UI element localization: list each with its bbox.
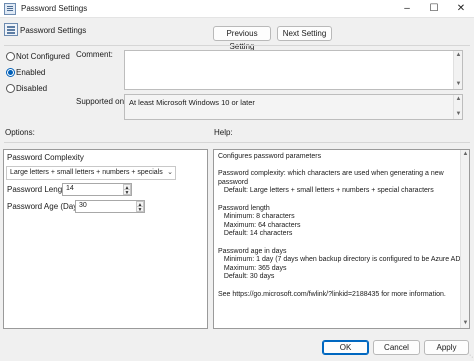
disabled-label[interactable]: Disabled: [16, 84, 47, 93]
help-text: Configures password parameters Password …: [218, 153, 463, 298]
options-heading: Options:: [5, 128, 35, 137]
comment-label: Comment:: [76, 50, 113, 59]
not-configured-radio[interactable]: [6, 52, 15, 61]
supported-on-value: At least Microsoft Windows 10 or later: [129, 98, 255, 107]
decrement-icon[interactable]: ▼: [123, 189, 131, 196]
not-configured-label[interactable]: Not Configured: [16, 52, 70, 61]
supported-on-label: Supported on:: [76, 97, 127, 106]
age-spinbox[interactable]: 30 ▲ ▼: [75, 200, 145, 213]
disabled-radio[interactable]: [6, 84, 15, 93]
apply-button[interactable]: Apply: [424, 340, 469, 355]
scroll-up-icon[interactable]: ▲: [455, 52, 462, 59]
scroll-up-icon[interactable]: ▲: [462, 151, 469, 158]
chevron-down-icon[interactable]: ⌄: [166, 168, 174, 178]
minimize-icon[interactable]: –: [394, 0, 420, 18]
cancel-button[interactable]: Cancel: [373, 340, 420, 355]
maximize-icon[interactable]: ☐: [421, 0, 447, 18]
length-spinbox[interactable]: 14 ▲ ▼: [62, 183, 132, 196]
help-scrollbar[interactable]: ▲ ▼: [460, 150, 469, 328]
policy-icon: [4, 3, 16, 15]
age-value: 30: [79, 202, 87, 209]
enabled-radio[interactable]: [6, 68, 15, 77]
options-panel: Password Complexity Large letters + smal…: [3, 149, 208, 329]
next-setting-button[interactable]: Next Setting: [277, 26, 332, 41]
setting-icon: [4, 23, 18, 36]
decrement-icon[interactable]: ▼: [136, 206, 144, 213]
comment-scrollbar[interactable]: ▲ ▼: [453, 51, 462, 89]
header-divider: [4, 45, 470, 46]
comment-field[interactable]: ▲ ▼: [124, 50, 463, 90]
complexity-value: Large letters + small letters + numbers …: [10, 169, 163, 176]
scroll-down-icon[interactable]: ▼: [455, 111, 462, 118]
length-label: Password Length: [7, 185, 69, 194]
length-value: 14: [66, 185, 74, 192]
setting-title: Password Settings: [20, 26, 87, 35]
previous-setting-button[interactable]: Previous Setting: [213, 26, 271, 51]
close-icon[interactable]: ✕: [448, 0, 474, 18]
ok-button[interactable]: OK: [322, 340, 369, 355]
scroll-down-icon[interactable]: ▼: [462, 320, 469, 327]
help-heading: Help:: [214, 128, 233, 137]
age-label: Password Age (Days): [7, 202, 84, 211]
section-divider: [4, 142, 470, 143]
supported-on-field: At least Microsoft Windows 10 or later ▲…: [124, 94, 463, 120]
resize-grip-icon[interactable]: ⋱: [465, 352, 473, 360]
complexity-label: Password Complexity: [7, 153, 84, 162]
window-title: Password Settings: [21, 4, 88, 13]
enabled-label[interactable]: Enabled: [16, 68, 45, 77]
complexity-dropdown[interactable]: Large letters + small letters + numbers …: [6, 166, 176, 180]
supported-scrollbar[interactable]: ▲ ▼: [453, 95, 462, 119]
scroll-up-icon[interactable]: ▲: [455, 96, 462, 103]
scroll-down-icon[interactable]: ▼: [455, 81, 462, 88]
help-panel: Configures password parameters Password …: [213, 149, 470, 329]
